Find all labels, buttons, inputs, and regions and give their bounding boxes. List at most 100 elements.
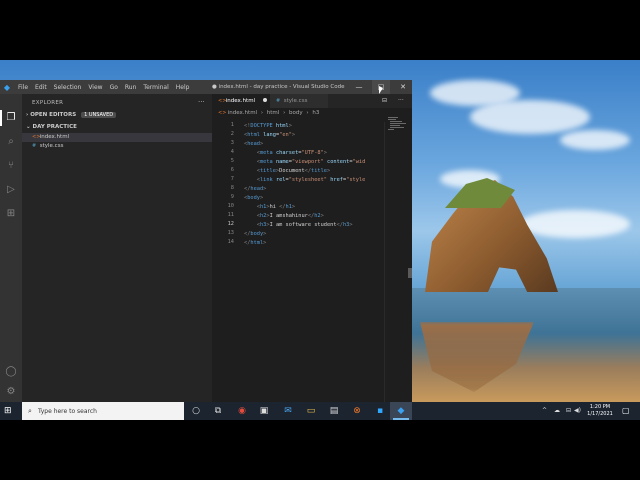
code-line[interactable]: <h3>I am software student</h3> [244,221,353,230]
taskbar: ⊞ ⌕ Type here to search ○ ⧉ ◉ ▣ ✉ ▭ ▤ ⊗ … [0,402,640,420]
split-editor-icon[interactable]: ⊟ [382,94,387,108]
code-line[interactable]: <link rel="stylesheet" href="style [244,176,366,185]
code-line[interactable]: </html> [244,239,266,248]
search-icon[interactable]: ⌕ [5,136,17,148]
html-file-icon: <> [218,110,227,116]
clock[interactable]: 1:20 PM 1/17/2021 [582,404,618,418]
folder-section[interactable]: ⌄ DAY PRACTICE [26,124,77,130]
code-line[interactable]: <h1>hi </h1> [244,203,295,212]
file-name: style.css [39,143,64,149]
volume-icon[interactable]: ◀) [574,402,581,420]
settings-gear-icon[interactable]: ⚙ [5,386,17,398]
tab-label: style.css [283,98,308,104]
chrome-icon[interactable]: ◉ [236,405,248,417]
minimize-button[interactable]: — [350,80,368,94]
account-icon[interactable]: ◯ [5,366,17,378]
breadcrumb-item[interactable]: body [289,110,303,116]
activity-bar: ❐ ⌕ ⑂ ▷ ⊞ ◯ ⚙ [0,94,22,402]
task-view-icon[interactable]: ⧉ [212,405,224,417]
open-editors-label: OPEN EDITORS [30,112,77,118]
line-number: 11 [227,212,234,218]
breadcrumb-separator-icon: › [306,110,309,116]
line-number: 8 [230,185,234,191]
tray-chevron-icon[interactable]: ^ [542,402,547,420]
code-line[interactable]: </head> [244,185,266,194]
code-line[interactable]: <!DOCTYPE html> [244,122,292,131]
search-placeholder: Type here to search [38,407,97,415]
css-file-icon: # [276,98,281,104]
menu-view[interactable]: View [88,84,102,91]
taskbar-search-input[interactable]: ⌕ Type here to search [22,402,184,420]
close-button[interactable]: ✕ [394,80,412,94]
code-line[interactable]: <h2>I amshahinur</h2> [244,212,324,221]
code-line[interactable]: <title>Document</title> [244,167,330,176]
windows-start-icon[interactable]: ⊞ [4,406,14,416]
explorer-more-icon[interactable]: ··· [198,98,205,106]
line-number: 2 [230,131,234,137]
window-title: ● index.html - day practice - Visual Stu… [212,84,345,90]
menu-help[interactable]: Help [176,84,190,91]
breadcrumb-item[interactable]: index.html [228,110,257,116]
onedrive-icon[interactable]: ☁ [554,402,560,420]
vscode-taskbar-icon[interactable]: ◆ [395,405,407,417]
line-number: 6 [230,167,234,173]
cortana-icon[interactable]: ○ [190,405,202,417]
breadcrumb-item[interactable]: h3 [312,110,319,116]
tab-index-html[interactable]: <> index.html [212,94,270,108]
menu-edit[interactable]: Edit [35,84,47,91]
line-number: 3 [230,140,234,146]
mail-icon[interactable]: ✉ [282,405,294,417]
notepad-icon[interactable]: ▤ [328,405,340,417]
xampp-icon[interactable]: ⊗ [351,405,363,417]
search-icon: ⌕ [28,406,32,415]
menu-run[interactable]: Run [125,84,137,91]
network-icon[interactable]: ⊟ [566,402,571,420]
notifications-icon[interactable]: ▢ [622,406,632,416]
tab-bar: <> index.html # style.css ⊟ ··· [212,94,412,108]
open-editors-section[interactable]: › OPEN EDITORS 1 UNSAVED [26,112,117,118]
editor-area: <> index.html # style.css ⊟ ··· <> index… [212,94,412,402]
line-number: 5 [230,158,234,164]
breadcrumb-item[interactable]: html [267,110,280,116]
minimap[interactable] [388,116,406,134]
code-line[interactable]: <html lang="en"> [244,131,295,140]
clock-time: 1:20 PM [589,404,611,410]
menu-terminal[interactable]: Terminal [143,84,168,91]
tab-style-css[interactable]: # style.css [270,94,328,108]
editor-more-icon[interactable]: ··· [398,94,404,108]
line-number: 9 [230,194,234,200]
mouse-cursor-icon [379,86,383,94]
line-number: 13 [227,230,234,236]
chevron-down-icon: ⌄ [26,124,31,130]
extensions-icon[interactable]: ⊞ [5,208,17,220]
file-explorer-icon[interactable]: ▭ [305,405,317,417]
photoshop-icon[interactable]: ▪ [374,405,386,417]
file-item-style-css[interactable]: # style.css [22,142,212,151]
menu-selection[interactable]: Selection [54,84,82,91]
file-item-index-html[interactable]: <> index.html [22,133,212,142]
unsaved-badge: 1 UNSAVED [81,112,117,118]
line-number: 7 [230,176,234,182]
code-line[interactable]: <meta charset="UTF-8"> [244,149,327,158]
code-line[interactable]: </body> [244,230,266,239]
explorer-icon[interactable]: ❐ [5,112,17,124]
unsaved-dot-icon[interactable] [262,98,267,102]
store-icon[interactable]: ▣ [258,405,270,417]
run-debug-icon[interactable]: ▷ [5,184,17,196]
vscode-logo-icon: ◆ [3,82,11,92]
code-line[interactable]: <body> [244,194,263,203]
code-line[interactable]: <meta name="viewport" content="wid [244,158,366,167]
menu-go[interactable]: Go [110,84,118,91]
title-bar: ◆ File Edit Selection View Go Run Termin… [0,80,412,94]
vertical-scrollbar[interactable] [408,268,412,278]
minimap-divider [384,122,385,402]
menu-file[interactable]: File [18,84,28,91]
source-control-icon[interactable]: ⑂ [5,160,17,172]
breadcrumb-separator-icon: › [260,110,264,116]
line-number: 4 [230,149,234,155]
html-file-icon: <> [218,98,227,104]
code-line[interactable]: <head> [244,140,263,149]
line-number: 14 [227,239,234,245]
tab-label: index.html [225,98,256,104]
menu-bar: File Edit Selection View Go Run Terminal… [18,84,189,91]
